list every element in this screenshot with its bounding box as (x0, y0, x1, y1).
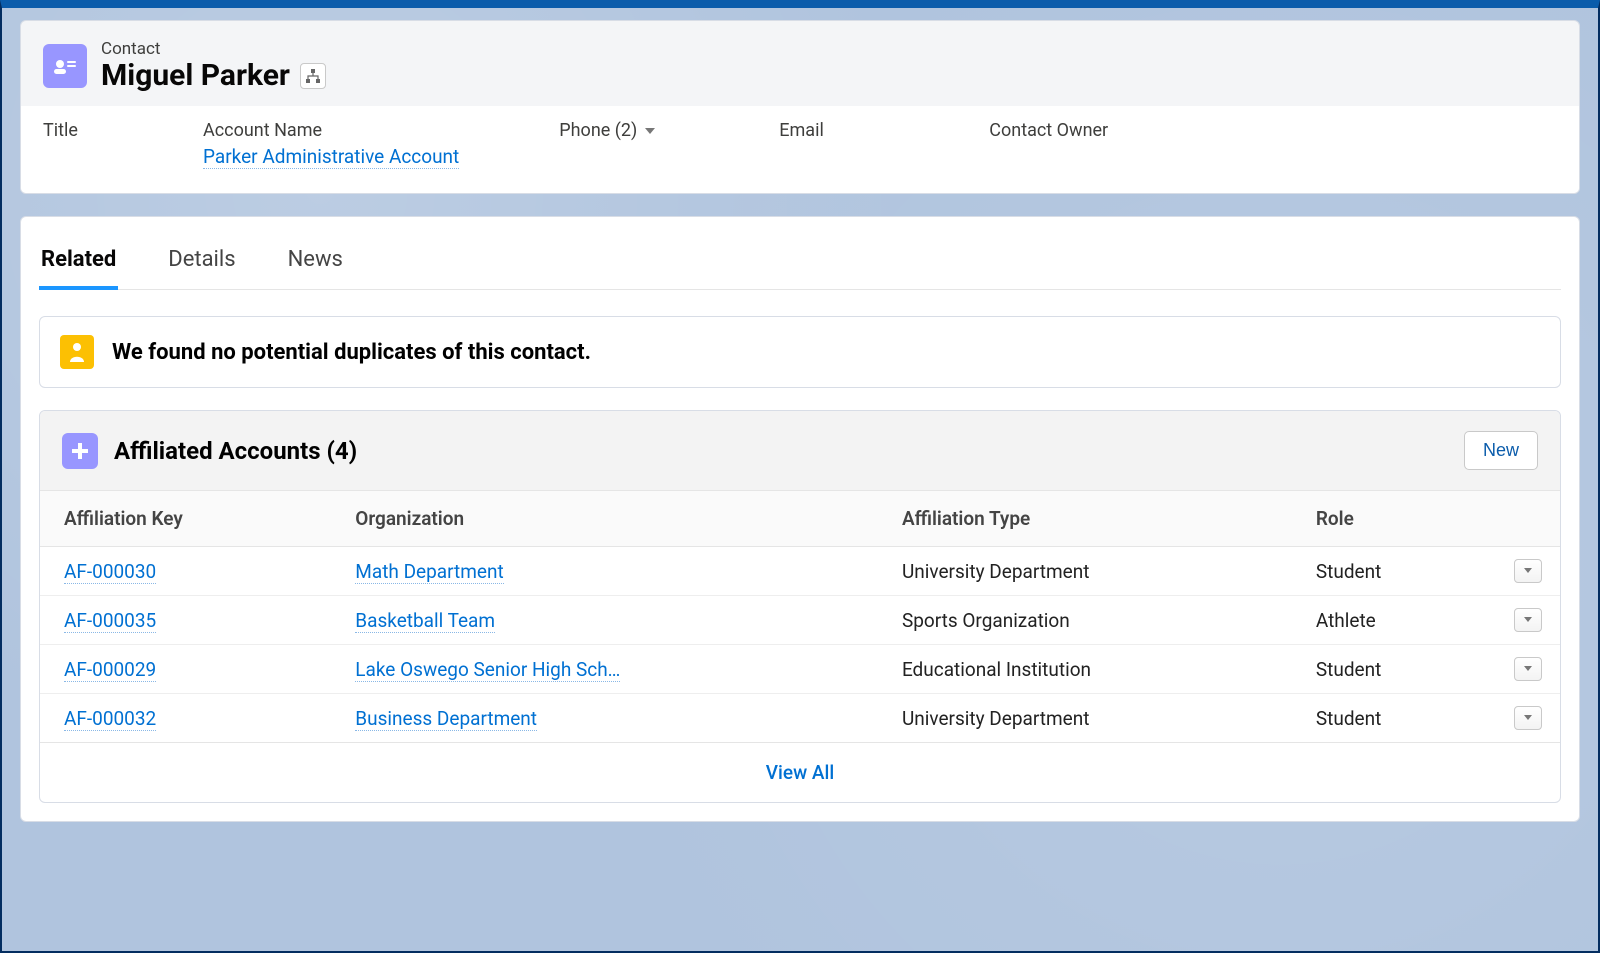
organization-link[interactable]: Business Department (355, 707, 537, 731)
affiliated-accounts-card: Affiliated Accounts (4) New Affiliation … (39, 410, 1561, 803)
record-name: Miguel Parker (101, 59, 290, 92)
role-cell: Student (1292, 694, 1490, 743)
chevron-down-icon (1523, 616, 1533, 624)
table-row: AF-000030 Math Department University Depar… (40, 547, 1560, 596)
affiliation-type-cell: Sports Organization (878, 596, 1292, 645)
row-actions-menu[interactable] (1514, 706, 1542, 730)
col-affiliation-type[interactable]: Affiliation Type (878, 491, 1292, 547)
field-phone[interactable]: Phone (2) (559, 120, 679, 169)
affiliation-type-cell: University Department (878, 694, 1292, 743)
chevron-down-icon (1523, 567, 1533, 575)
chevron-down-icon (1523, 714, 1533, 722)
field-label: Title (43, 120, 163, 141)
affiliation-type-cell: Educational Institution (878, 645, 1292, 694)
organization-link[interactable]: Lake Oswego Senior High Sch… (355, 658, 620, 682)
field-contact-owner: Contact Owner (989, 120, 1109, 169)
col-affiliation-key[interactable]: Affiliation Key (40, 491, 331, 547)
row-actions-menu[interactable] (1514, 559, 1542, 583)
field-label: Email (779, 120, 899, 141)
table-row: AF-000032 Business Department University D… (40, 694, 1560, 743)
duplicates-card: We found no potential duplicates of this… (39, 316, 1561, 388)
organization-link[interactable]: Math Department (355, 560, 503, 584)
table-row: AF-000035 Basketball Team Sports Organizat… (40, 596, 1560, 645)
tab-related[interactable]: Related (39, 239, 118, 290)
affiliation-key-link[interactable]: AF-000029 (64, 658, 156, 682)
tab-details[interactable]: Details (166, 239, 237, 289)
tab-news[interactable]: News (286, 239, 345, 289)
duplicates-message: We found no potential duplicates of this… (112, 340, 591, 365)
hierarchy-button[interactable] (300, 63, 326, 89)
field-label: Account Name (203, 120, 459, 141)
field-label: Phone (2) (559, 120, 637, 141)
field-label: Contact Owner (989, 120, 1109, 141)
organization-link[interactable]: Basketball Team (355, 609, 495, 633)
role-cell: Athlete (1292, 596, 1490, 645)
role-cell: Student (1292, 645, 1490, 694)
affiliation-key-link[interactable]: AF-000030 (64, 560, 156, 584)
view-all-link[interactable]: View All (40, 743, 1560, 802)
affiliation-type-cell: University Department (878, 547, 1292, 596)
object-label: Contact (101, 39, 326, 59)
affiliation-key-link[interactable]: AF-000032 (64, 707, 156, 731)
col-role[interactable]: Role (1292, 491, 1490, 547)
field-email: Email (779, 120, 899, 169)
table-row: AF-000029 Lake Oswego Senior High Sch… Edu… (40, 645, 1560, 694)
duplicate-icon (60, 335, 94, 369)
contact-icon (43, 44, 87, 88)
tabs: Related Details News (39, 217, 1561, 290)
record-header: Contact Miguel Parker Title Account Name… (20, 20, 1580, 194)
field-title: Title (43, 120, 163, 169)
field-account-name: Account Name Parker Administrative Accou… (203, 120, 459, 169)
account-link[interactable]: Parker Administrative Account (203, 145, 459, 169)
row-actions-menu[interactable] (1514, 608, 1542, 632)
affiliation-key-link[interactable]: AF-000035 (64, 609, 156, 633)
new-button[interactable]: New (1464, 431, 1538, 470)
chevron-down-icon (1523, 665, 1533, 673)
record-body: Related Details News We found no potenti… (20, 216, 1580, 822)
row-actions-menu[interactable] (1514, 657, 1542, 681)
role-cell: Student (1292, 547, 1490, 596)
affiliations-table: Affiliation Key Organization Affiliation… (40, 491, 1560, 743)
chevron-down-icon (643, 120, 657, 141)
hierarchy-icon (306, 69, 320, 83)
col-organization[interactable]: Organization (331, 491, 878, 547)
related-list-title[interactable]: Affiliated Accounts (4) (114, 437, 357, 465)
related-list-icon (62, 433, 98, 469)
